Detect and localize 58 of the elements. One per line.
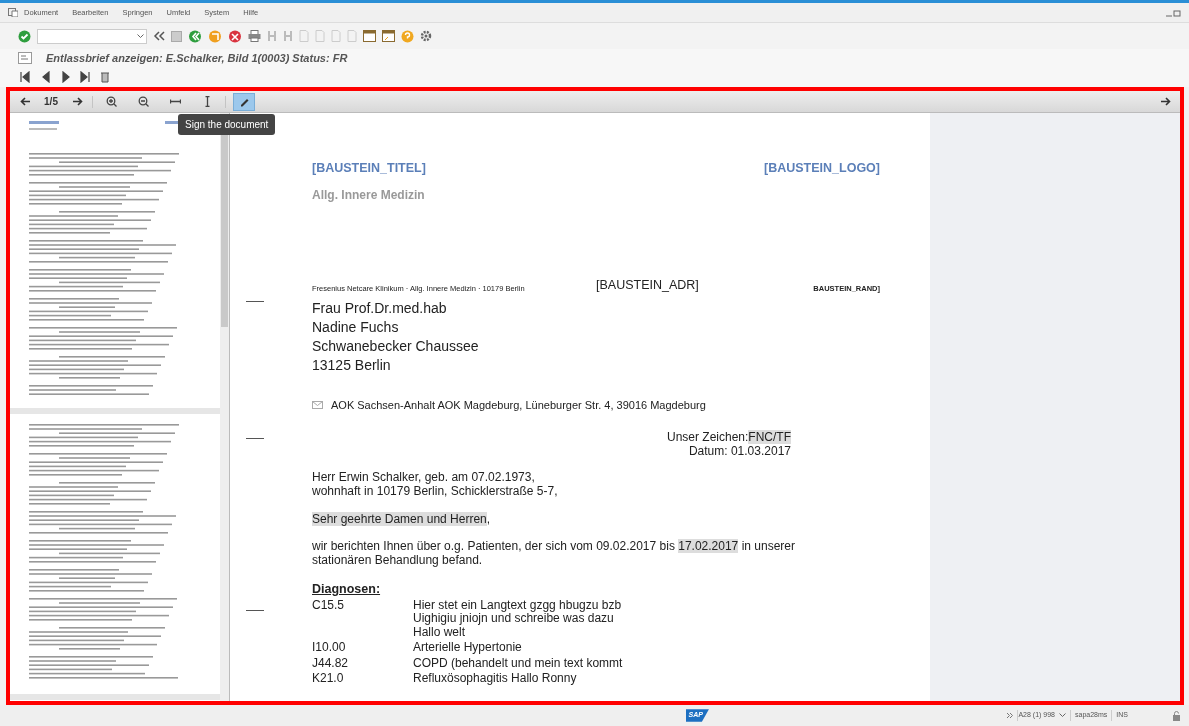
diagnosis-text: Arterielle Hypertonie xyxy=(413,641,523,655)
back-icon[interactable] xyxy=(188,29,202,43)
window-icon[interactable] xyxy=(363,30,376,42)
dropdown-icon[interactable] xyxy=(137,33,144,39)
date-line: Datum: 01.03.2017 xyxy=(687,444,791,458)
document-icon[interactable] xyxy=(18,52,32,64)
address-line: Schwanebecker Chaussee xyxy=(312,336,480,356)
diagnosis-code: K21.0 xyxy=(312,672,345,688)
lock-icon[interactable] xyxy=(1172,710,1181,721)
zoom-out-icon xyxy=(137,96,149,107)
print-icon[interactable] xyxy=(248,30,261,42)
arrow-right-icon xyxy=(71,97,83,106)
restore-icon[interactable] xyxy=(1173,8,1181,17)
previous-icon[interactable] xyxy=(40,71,50,83)
template-tag: [BAUSTEIN_ADR] xyxy=(596,275,814,295)
diagnosis-text: Hier stet ein Langtext gzgg hbugzu bzb xyxy=(413,598,623,613)
template-tag: [BAUSTEIN_TITEL] xyxy=(312,159,426,178)
diagnosis-code: I10.00 xyxy=(312,641,347,657)
cancel-icon[interactable] xyxy=(228,29,242,43)
envelope-icon xyxy=(312,400,323,409)
trash-icon[interactable] xyxy=(100,71,110,83)
reference-line: Unser Zeichen:FNC/TF xyxy=(665,430,791,444)
address-line: Frau Prof.Dr.med.hab xyxy=(312,298,448,318)
template-tag: [BAUSTEIN_LOGO] xyxy=(764,159,880,178)
insurance-address: AOK Sachsen-Anhalt AOK Magdeburg, Lüneburger Str. 4, 39016 Magdeburg xyxy=(331,397,706,413)
last-icon[interactable] xyxy=(80,71,90,83)
settings-icon[interactable] xyxy=(420,30,432,42)
double-chevron-icon[interactable] xyxy=(153,31,165,41)
salutation: Sehr geehrte Damen und Herren, xyxy=(312,511,492,528)
first-icon[interactable] xyxy=(20,71,30,83)
diagnosis-code: J44.82 xyxy=(312,656,350,672)
dropdown-icon[interactable] xyxy=(1059,713,1067,718)
diagnosis-text: Hallo welt xyxy=(413,625,466,640)
expand-icon[interactable] xyxy=(1006,712,1014,719)
window-icon[interactable] xyxy=(382,30,395,42)
next-icon[interactable] xyxy=(60,71,70,83)
diagnosis-code: C15.5 xyxy=(312,598,346,614)
diagnosis-text: COPD (behandelt und mein text kommt xyxy=(413,656,624,671)
diagnosis-text: Uighigiu jniojn und schreibe was dazu xyxy=(413,612,615,626)
tooltip: Sign the document xyxy=(178,114,276,135)
patient-line: Herr Erwin Schalker, geb. am 07.02.1973, xyxy=(312,470,536,484)
check-icon[interactable] xyxy=(18,29,31,43)
section-heading: Diagnosen: xyxy=(312,581,382,598)
pen-icon xyxy=(238,96,250,107)
sign-button[interactable] xyxy=(233,92,255,111)
address-line: 13125 Berlin xyxy=(312,355,392,375)
zoom-in-icon xyxy=(105,96,117,107)
window-title: Entlassbrief anzeigen: E.Schalker, Bild 1(0003) Status: FR xyxy=(46,50,348,66)
diagnosis-text: Refluxösophagitis Hallo Ronny xyxy=(413,672,578,686)
arrow-right-icon xyxy=(1159,97,1171,106)
menu-icon[interactable] xyxy=(8,8,18,17)
address-line: Nadine Fuchs xyxy=(312,317,400,337)
arrow-left-icon xyxy=(19,97,31,106)
command-field[interactable] xyxy=(37,28,147,44)
patient-line: wohnhaft in 10179 Berlin, Schicklerstraße 5-7, xyxy=(312,484,559,498)
department-name: Allg. Innere Medizin xyxy=(312,186,426,204)
intro-paragraph: wir berichten Ihnen über o.g. Patienten, der sich vom 09.02.2017 bis 17.02.2017 in unserer stationären Behandlung befand. xyxy=(312,539,796,567)
page-indicator: 1/5 xyxy=(43,95,59,109)
